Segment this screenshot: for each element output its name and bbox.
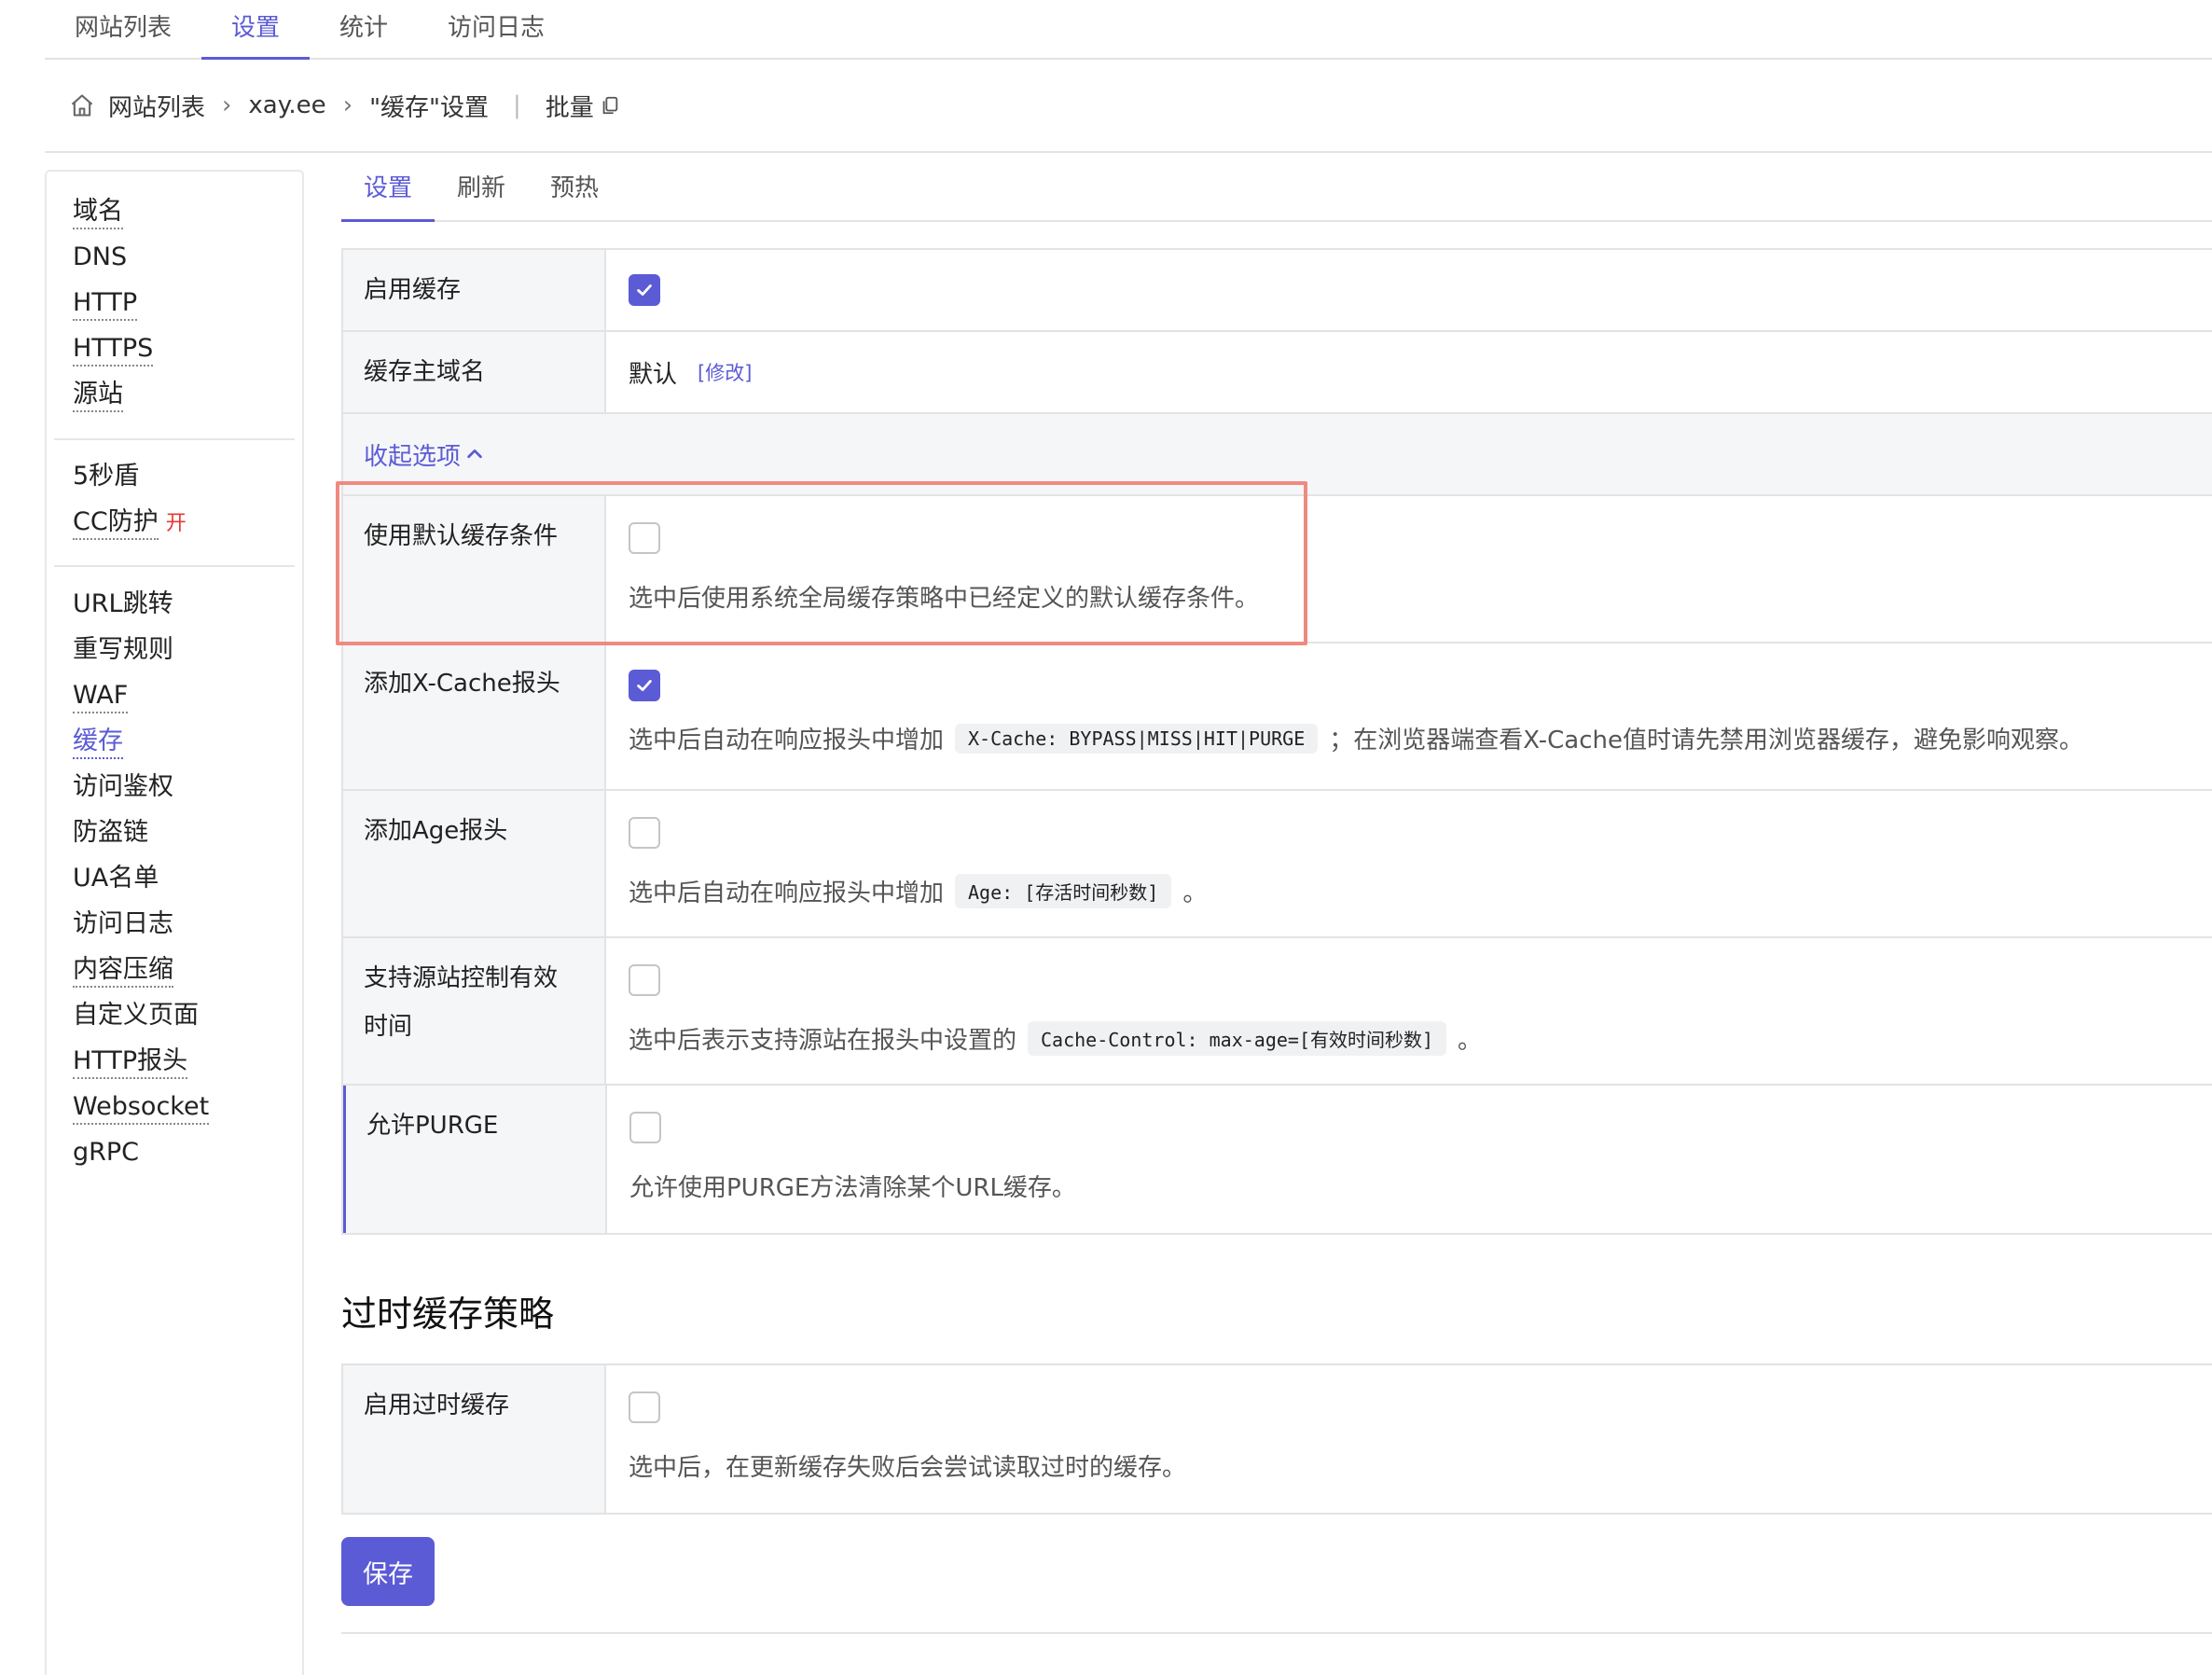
x-cache-label: 添加X-Cache报头 bbox=[343, 644, 606, 789]
age-label: 添加Age报头 bbox=[343, 791, 606, 936]
collapse-row: 收起选项 bbox=[343, 414, 2212, 496]
sidebar-item-https[interactable]: HTTPS bbox=[73, 333, 154, 367]
batch-button[interactable]: 批量 bbox=[546, 89, 620, 123]
enable-cache-row: 启用缓存 bbox=[343, 250, 2212, 332]
tab-stats[interactable]: 统计 bbox=[310, 0, 418, 60]
sidebar-item-ua-list[interactable]: UA名单 bbox=[73, 863, 159, 894]
home-icon[interactable] bbox=[69, 92, 95, 118]
sidebar-item-url-redirect[interactable]: URL跳转 bbox=[73, 588, 173, 620]
origin-ttl-label: 支持源站控制有效 时间 bbox=[343, 938, 606, 1084]
check-icon bbox=[637, 680, 652, 691]
x-cache-code: X-Cache: BYPASS|MISS|HIT|PURGE bbox=[955, 723, 1319, 754]
tab-preheat[interactable]: 预热 bbox=[528, 160, 621, 222]
stale-cache-table: 启用过时缓存 选中后，在更新缓存失败后会尝试读取过时的缓存。 bbox=[341, 1364, 2212, 1515]
age-row: 添加Age报头 选中后自动在响应报头中增加 Age: [存活时间秒数] 。 bbox=[343, 791, 2212, 938]
breadcrumb-domain[interactable]: xay.ee bbox=[248, 91, 325, 119]
sidebar-item-hotlink[interactable]: 防盗链 bbox=[73, 817, 148, 849]
save-button[interactable]: 保存 bbox=[341, 1537, 435, 1606]
chevron-right-icon: › bbox=[342, 91, 353, 119]
inner-tabs: 设置 刷新 预热 bbox=[341, 160, 2212, 222]
tab-purge[interactable]: 刷新 bbox=[435, 160, 528, 222]
sidebar-item-custom-page[interactable]: 自定义页面 bbox=[73, 1000, 199, 1031]
sidebar-item-grpc[interactable]: gRPC bbox=[73, 1137, 139, 1169]
sidebar-item-compression[interactable]: 内容压缩 bbox=[73, 954, 173, 988]
age-description: 选中后自动在响应报头中增加 Age: [存活时间秒数] 。 bbox=[629, 874, 2212, 908]
purge-row: 允许PURGE 允许使用PURGE方法清除某个URL缓存。 bbox=[343, 1086, 2212, 1233]
use-default-checkbox[interactable] bbox=[629, 522, 660, 554]
sidebar-item-5s-shield[interactable]: 5秒盾 bbox=[73, 461, 139, 492]
modify-link[interactable]: [修改] bbox=[698, 358, 752, 386]
use-default-row: 使用默认缓存条件 选中后使用系统全局缓存策略中已经定义的默认缓存条件。 bbox=[343, 496, 2212, 644]
sidebar-item-domain[interactable]: 域名 bbox=[73, 196, 123, 229]
sidebar-divider bbox=[54, 565, 295, 567]
sidebar-item-waf[interactable]: WAF bbox=[73, 680, 129, 713]
stale-cache-checkbox[interactable] bbox=[629, 1391, 660, 1423]
collapse-options-link[interactable]: 收起选项 bbox=[343, 414, 485, 494]
status-badge: 开 bbox=[165, 512, 187, 535]
cache-host-value: 默认 bbox=[629, 360, 678, 389]
stale-cache-title: 过时缓存策略 bbox=[341, 1294, 555, 1335]
cache-host-row: 缓存主域名 默认 [修改] bbox=[343, 332, 2212, 414]
tab-settings[interactable]: 设置 bbox=[201, 0, 311, 60]
purge-label: 允许PURGE bbox=[346, 1086, 607, 1233]
sidebar: 域名 DNS HTTP HTTPS 源站 5秒盾 CC防护开 URL跳转 重写规… bbox=[45, 170, 304, 1675]
chevron-up-icon bbox=[467, 449, 482, 459]
origin-ttl-description: 选中后表示支持源站在报头中设置的 Cache-Control: max-age=… bbox=[629, 1021, 2212, 1056]
sidebar-item-cache[interactable]: 缓存 bbox=[73, 726, 123, 759]
batch-label: 批量 bbox=[545, 93, 594, 122]
sidebar-item-auth[interactable]: 访问鉴权 bbox=[73, 771, 173, 803]
sidebar-item-http[interactable]: HTTP bbox=[73, 287, 138, 321]
enable-cache-label: 启用缓存 bbox=[343, 250, 606, 330]
check-icon bbox=[637, 284, 652, 296]
purge-description: 允许使用PURGE方法清除某个URL缓存。 bbox=[629, 1174, 1076, 1202]
age-code: Age: [存活时间秒数] bbox=[955, 874, 1172, 908]
stale-cache-row: 启用过时缓存 选中后，在更新缓存失败后会尝试读取过时的缓存。 bbox=[343, 1365, 2212, 1513]
origin-ttl-row: 支持源站控制有效 时间 选中后表示支持源站在报头中设置的 Cache-Contr… bbox=[343, 938, 2212, 1086]
breadcrumb-current: "缓存"设置 bbox=[369, 93, 490, 122]
breadcrumb: 网站列表 › xay.ee › "缓存"设置 | 批量 bbox=[45, 60, 2212, 153]
sidebar-divider bbox=[54, 438, 295, 440]
use-default-label: 使用默认缓存条件 bbox=[343, 496, 606, 642]
enable-cache-checkbox[interactable] bbox=[629, 274, 660, 306]
sidebar-item-http-headers[interactable]: HTTP报头 bbox=[73, 1045, 188, 1079]
breadcrumb-website-list[interactable]: 网站列表 bbox=[108, 89, 205, 123]
age-checkbox[interactable] bbox=[629, 817, 660, 849]
sidebar-item-dns[interactable]: DNS bbox=[73, 242, 127, 273]
sidebar-item-websocket[interactable]: Websocket bbox=[73, 1091, 210, 1125]
breadcrumb-divider: | bbox=[513, 91, 521, 119]
x-cache-description: 选中后自动在响应报头中增加 X-Cache: BYPASS|MISS|HIT|P… bbox=[629, 721, 2212, 755]
top-tabs: 网站列表 设置 统计 访问日志 bbox=[45, 0, 2212, 60]
sidebar-item-origin[interactable]: 源站 bbox=[73, 379, 123, 412]
chevron-right-icon: › bbox=[222, 91, 232, 119]
stale-cache-label: 启用过时缓存 bbox=[343, 1365, 606, 1513]
cache-settings-table: 启用缓存 缓存主域名 默认 [修改] 收起选项 使用默认缓存条件 选中后使用系统… bbox=[341, 248, 2212, 1235]
origin-ttl-checkbox[interactable] bbox=[629, 964, 660, 996]
x-cache-row: 添加X-Cache报头 选中后自动在响应报头中增加 X-Cache: BYPAS… bbox=[343, 644, 2212, 791]
tab-website-list[interactable]: 网站列表 bbox=[45, 0, 201, 60]
stale-cache-description: 选中后，在更新缓存失败后会尝试读取过时的缓存。 bbox=[629, 1454, 1187, 1482]
purge-checkbox[interactable] bbox=[629, 1112, 661, 1143]
divider bbox=[341, 1632, 2212, 1634]
use-default-description: 选中后使用系统全局缓存策略中已经定义的默认缓存条件。 bbox=[629, 585, 1260, 613]
x-cache-checkbox[interactable] bbox=[629, 670, 660, 701]
cache-host-label: 缓存主域名 bbox=[343, 332, 606, 412]
tab-access-log[interactable]: 访问日志 bbox=[418, 0, 574, 60]
sidebar-item-access-log[interactable]: 访问日志 bbox=[73, 908, 173, 940]
sidebar-item-cc[interactable]: CC防护开 bbox=[73, 506, 187, 540]
copy-icon bbox=[602, 96, 618, 115]
sidebar-item-rewrite[interactable]: 重写规则 bbox=[73, 634, 173, 666]
origin-ttl-code: Cache-Control: max-age=[有效时间秒数] bbox=[1028, 1021, 1447, 1056]
tab-cache-settings[interactable]: 设置 bbox=[341, 160, 435, 222]
